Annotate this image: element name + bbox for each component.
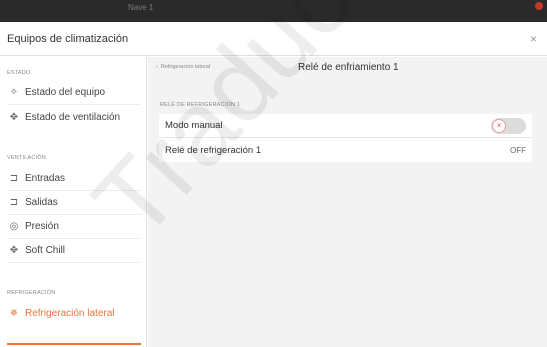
settings-card: Modo manual × Relé de refrigeración 1 OF… xyxy=(159,114,532,162)
sidebar-item-estado-equipo[interactable]: ✧ Estado del equipo xyxy=(7,81,141,105)
inlet-icon: ⊐ xyxy=(9,173,19,184)
sidebar-item-soft-chill[interactable]: ✥ Soft Chill xyxy=(7,239,141,263)
active-indicator xyxy=(7,343,141,345)
manual-mode-label: Modo manual xyxy=(165,120,223,131)
pressure-icon: ◎ xyxy=(9,221,19,232)
sidebar-item-label: Salidas xyxy=(25,197,58,208)
sidebar-item-label: Estado de ventilación xyxy=(25,111,121,123)
manual-mode-toggle[interactable]: × xyxy=(491,117,526,134)
sidebar-item-label: Soft Chill xyxy=(25,245,66,256)
page-title: Relé de enfriamiento 1 xyxy=(298,62,399,73)
chevron-left-icon: ‹ xyxy=(156,64,158,70)
group-label: RELÉ DE REFRIGERACIÓN 1 xyxy=(160,102,241,108)
sidebar-item-label: Estado del equipo xyxy=(25,87,106,98)
cooling-icon: ✵ xyxy=(9,307,19,319)
sidebar-item-refrigeracion-lateral[interactable]: ✵ Refrigeración lateral xyxy=(7,301,141,325)
dialog-header: Equipos de climatización × xyxy=(0,22,547,56)
sidebar-item-entradas[interactable]: ⊐ Entradas xyxy=(7,167,141,191)
main-panel: ‹ Refrigeración lateral Relé de enfriami… xyxy=(148,57,547,347)
climate-equipment-dialog: Equipos de climatización × ESTADO ✧ Esta… xyxy=(0,0,547,347)
toggle-off-icon: × xyxy=(492,118,506,133)
section-label-refrigeracion: REFRIGERACIÓN xyxy=(7,290,56,296)
window-status-dot xyxy=(535,2,543,10)
sidebar-item-presion[interactable]: ◎ Presión xyxy=(7,215,141,239)
window-titlebar: Nave 1 xyxy=(0,0,547,22)
outlet-icon: ⊐ xyxy=(9,197,19,208)
sidebar-item-label: Presión xyxy=(25,221,59,232)
fan-status-icon: ✧ xyxy=(9,87,19,98)
sidebar: ESTADO ✧ Estado del equipo ✥ Estado de v… xyxy=(0,57,147,347)
cooling-relay-label: Relé de refrigeración 1 xyxy=(165,144,262,156)
back-link-label: Refrigeración lateral xyxy=(160,64,211,70)
sidebar-item-estado-ventilacion[interactable]: ✥ Estado de ventilación xyxy=(7,105,141,129)
cooling-relay-value: OFF xyxy=(510,145,526,155)
back-link[interactable]: ‹ Refrigeración lateral xyxy=(156,64,210,70)
breadcrumb: ‹ Refrigeración lateral Relé de enfriami… xyxy=(148,57,547,79)
section-label-estado: ESTADO xyxy=(7,70,31,76)
sidebar-item-label: Refrigeración lateral xyxy=(25,307,115,319)
settings-row-manual-mode: Modo manual × xyxy=(159,114,532,138)
sidebar-item-salidas[interactable]: ⊐ Salidas xyxy=(7,191,141,215)
window-title: Nave 1 xyxy=(128,3,154,12)
dialog-title: Equipos de climatización xyxy=(7,33,129,45)
settings-row-cooling-relay: Relé de refrigeración 1 OFF xyxy=(159,138,532,162)
section-label-ventilacion: VENTILACIÓN xyxy=(7,155,46,161)
close-icon[interactable]: × xyxy=(530,32,537,46)
ventilation-icon: ✥ xyxy=(9,111,19,123)
soft-chill-icon: ✥ xyxy=(9,245,19,256)
sidebar-item-label: Entradas xyxy=(25,173,66,184)
